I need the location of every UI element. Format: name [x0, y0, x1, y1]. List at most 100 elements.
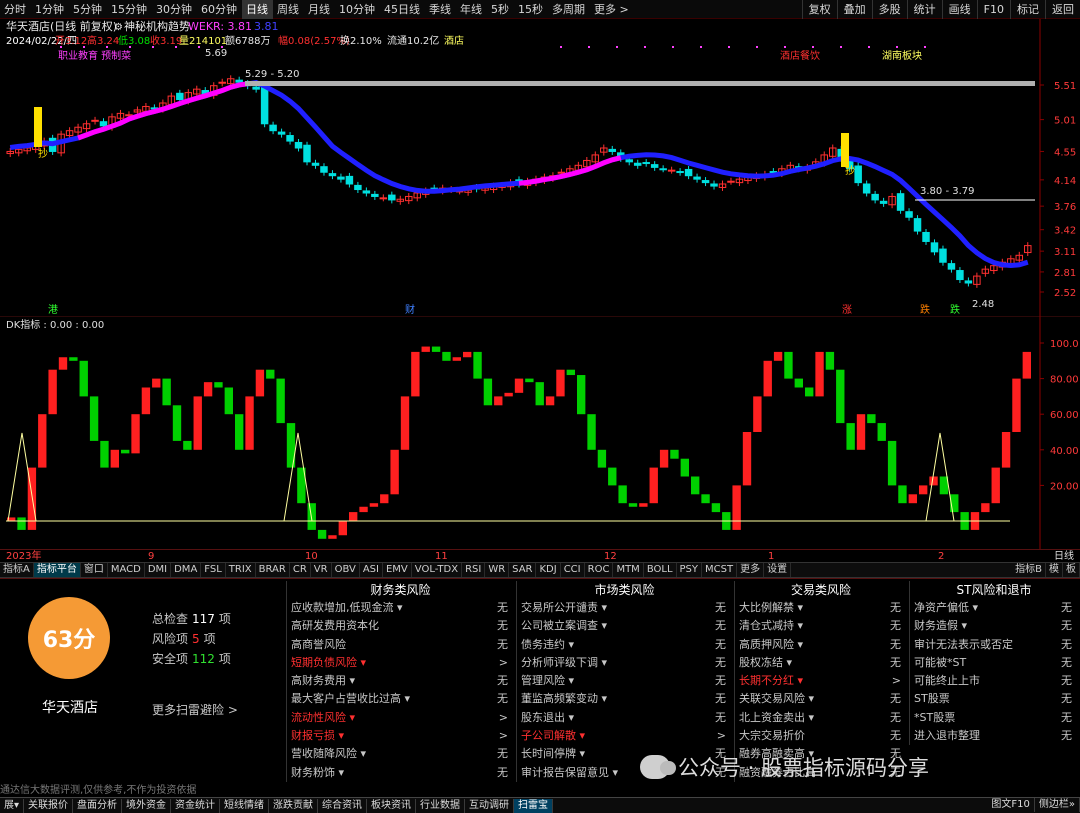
- risk-item-row[interactable]: 流动性风险 ▾ >: [287, 709, 514, 727]
- period-tab[interactable]: 年线: [456, 0, 487, 19]
- risk-item-row[interactable]: 净资产偏低 ▾ 无: [910, 599, 1078, 617]
- tool-button[interactable]: 画线: [941, 0, 977, 19]
- indicator-tab[interactable]: DMI: [145, 563, 172, 577]
- period-tab[interactable]: 多周期: [548, 0, 590, 19]
- risk-item-row[interactable]: 长期不分红 ▾ >: [735, 672, 907, 690]
- period-tab[interactable]: 10分钟: [335, 0, 380, 19]
- bottom-tab[interactable]: 综合资讯: [318, 798, 368, 813]
- risk-item-row[interactable]: 债务违约 ▾ 无: [517, 636, 732, 654]
- indicator-tab[interactable]: 窗口: [81, 563, 108, 577]
- price-chart[interactable]: 5.51 5.01 4.55 4.14 3.76 3.42 3.11 2.81 2.52 华天酒店…: [0, 19, 1080, 316]
- risk-item-row[interactable]: 营收随降风险 ▾ 无: [287, 745, 514, 763]
- tool-button[interactable]: 统计: [906, 0, 942, 19]
- period-tab[interactable]: 15秒: [514, 0, 548, 19]
- period-tab[interactable]: 15分钟: [107, 0, 152, 19]
- indicator-tab[interactable]: MCST: [702, 563, 738, 577]
- tool-button[interactable]: 复权: [801, 0, 837, 19]
- risk-item-row[interactable]: 进入退市整理 无: [910, 727, 1078, 745]
- indicator-tab[interactable]: MTM: [613, 563, 644, 577]
- period-tab[interactable]: 45日线: [380, 0, 425, 19]
- bottom-tab[interactable]: 行业数据: [416, 798, 466, 813]
- tool-button[interactable]: F10: [976, 0, 1010, 19]
- bottom-right-button[interactable]: 图文F10: [987, 798, 1035, 812]
- risk-item-row[interactable]: 高研发费用资本化 无: [287, 617, 514, 635]
- risk-item-row[interactable]: 应收款增加,低现金流 ▾ 无: [287, 599, 514, 617]
- risk-item-row[interactable]: 公司被立案调查 ▾ 无: [517, 617, 732, 635]
- indicator-tab[interactable]: ROC: [585, 563, 614, 577]
- indicator-tab[interactable]: EMV: [383, 563, 412, 577]
- indicator-tab[interactable]: CCI: [561, 563, 585, 577]
- risk-item-row[interactable]: 可能被*ST 无: [910, 654, 1078, 672]
- risk-item-row[interactable]: 短期负债风险 ▾ >: [287, 654, 514, 672]
- indicator-tab[interactable]: BRAR: [256, 563, 290, 577]
- risk-item-row[interactable]: 大宗交易折价 无: [735, 727, 907, 745]
- risk-item-row[interactable]: 北上资金卖出 ▾ 无: [735, 709, 907, 727]
- risk-item-row[interactable]: 可能终止上市 无: [910, 672, 1078, 690]
- indicator-tab[interactable]: 指标A: [0, 563, 34, 577]
- risk-item-row[interactable]: 财务造假 ▾ 无: [910, 617, 1078, 635]
- risk-item-row[interactable]: 股东退出 ▾ 无: [517, 709, 732, 727]
- bottom-right-button[interactable]: 侧边栏»: [1035, 798, 1080, 812]
- risk-item-row[interactable]: 董监高频繁变动 ▾ 无: [517, 690, 732, 708]
- indicator-tab[interactable]: RSI: [462, 563, 486, 577]
- period-tab[interactable]: 1分钟: [31, 0, 69, 19]
- risk-item-row[interactable]: ST股票 无: [910, 690, 1078, 708]
- tool-button[interactable]: 多股: [871, 0, 907, 19]
- risk-item-row[interactable]: 财务粉饰 ▾ 无: [287, 764, 514, 782]
- indicator-tab[interactable]: SAR: [509, 563, 537, 577]
- bottom-tab[interactable]: 扫雷宝: [514, 798, 554, 813]
- indicator-tab[interactable]: 设置: [764, 563, 792, 577]
- indicator-tab[interactable]: DMA: [171, 563, 202, 577]
- indicator-tab[interactable]: CR: [290, 563, 311, 577]
- period-tab[interactable]: 60分钟: [197, 0, 242, 19]
- indicator-tab[interactable]: KDJ: [536, 563, 561, 577]
- bottom-tab[interactable]: 板块资讯: [367, 798, 417, 813]
- bottom-tab[interactable]: 展▾: [0, 798, 25, 813]
- risk-item-row[interactable]: 清仓式减持 ▾ 无: [735, 617, 907, 635]
- indicator-tab[interactable]: VR: [311, 563, 332, 577]
- period-tab[interactable]: 季线: [425, 0, 456, 19]
- risk-item-row[interactable]: 分析师评级下调 ▾ 无: [517, 654, 732, 672]
- tool-button[interactable]: 叠加: [836, 0, 872, 19]
- indicator-tab[interactable]: MACD: [108, 563, 145, 577]
- bottom-tab[interactable]: 关联报价: [24, 798, 74, 813]
- risk-item-row[interactable]: 子公司解散 ▾ >: [517, 727, 732, 745]
- indicator-tab[interactable]: VOL-TDX: [412, 563, 463, 577]
- more-scan-link[interactable]: 更多扫雷避险 >: [152, 701, 238, 718]
- indicator-tab-right[interactable]: 指标B: [1012, 563, 1046, 577]
- indicator-tab[interactable]: 指标平台: [33, 563, 81, 577]
- indicator-tab[interactable]: 更多: [737, 563, 765, 577]
- indicator-tab[interactable]: WR: [485, 563, 510, 577]
- period-tab[interactable]: 日线: [242, 0, 273, 19]
- dk-indicator-chart[interactable]: DK指标 : 0.00 : 0.00 100.0 80.00 60.00 40.00 20…: [0, 316, 1080, 549]
- risk-item-row[interactable]: 最大客户占营收比过高 ▾ 无: [287, 690, 514, 708]
- period-tab[interactable]: 5分钟: [69, 0, 107, 19]
- bottom-tab[interactable]: 短线情绪: [220, 798, 270, 813]
- indicator-tab[interactable]: BOLL: [644, 563, 677, 577]
- period-tab[interactable]: 30分钟: [152, 0, 197, 19]
- period-tab[interactable]: 更多 >: [590, 0, 634, 19]
- indicator-tab[interactable]: ASI: [360, 563, 383, 577]
- risk-item-row[interactable]: 股权冻结 ▾ 无: [735, 654, 907, 672]
- settings-gear-icon[interactable]: ⚙: [114, 22, 123, 33]
- bottom-tab[interactable]: 盘面分析: [73, 798, 123, 813]
- risk-item-row[interactable]: 关联交易风险 ▾ 无: [735, 690, 907, 708]
- period-tab[interactable]: 月线: [304, 0, 335, 19]
- indicator-tab[interactable]: PSY: [677, 563, 703, 577]
- indicator-tab[interactable]: FSL: [201, 563, 226, 577]
- bottom-tab[interactable]: 互动调研: [465, 798, 515, 813]
- risk-item-row[interactable]: 高质押风险 ▾ 无: [735, 636, 907, 654]
- bottom-tab[interactable]: 涨跌贡献: [269, 798, 319, 813]
- risk-item-row[interactable]: 管理风险 ▾ 无: [517, 672, 732, 690]
- period-tab[interactable]: 分时: [0, 0, 31, 19]
- tool-button[interactable]: 返回: [1045, 0, 1080, 19]
- indicator-tab[interactable]: OBV: [332, 563, 360, 577]
- bottom-tab[interactable]: 资金统计: [171, 798, 221, 813]
- tool-button[interactable]: 标记: [1010, 0, 1045, 19]
- indicator-tab-right[interactable]: 板: [1063, 563, 1080, 577]
- risk-item-row[interactable]: 财报亏损 ▾ >: [287, 727, 514, 745]
- risk-item-row[interactable]: 交易所公开谴责 ▾ 无: [517, 599, 732, 617]
- risk-item-row[interactable]: 高商誉风险 无: [287, 636, 514, 654]
- indicator-tab[interactable]: TRIX: [226, 563, 256, 577]
- period-tab[interactable]: 周线: [273, 0, 304, 19]
